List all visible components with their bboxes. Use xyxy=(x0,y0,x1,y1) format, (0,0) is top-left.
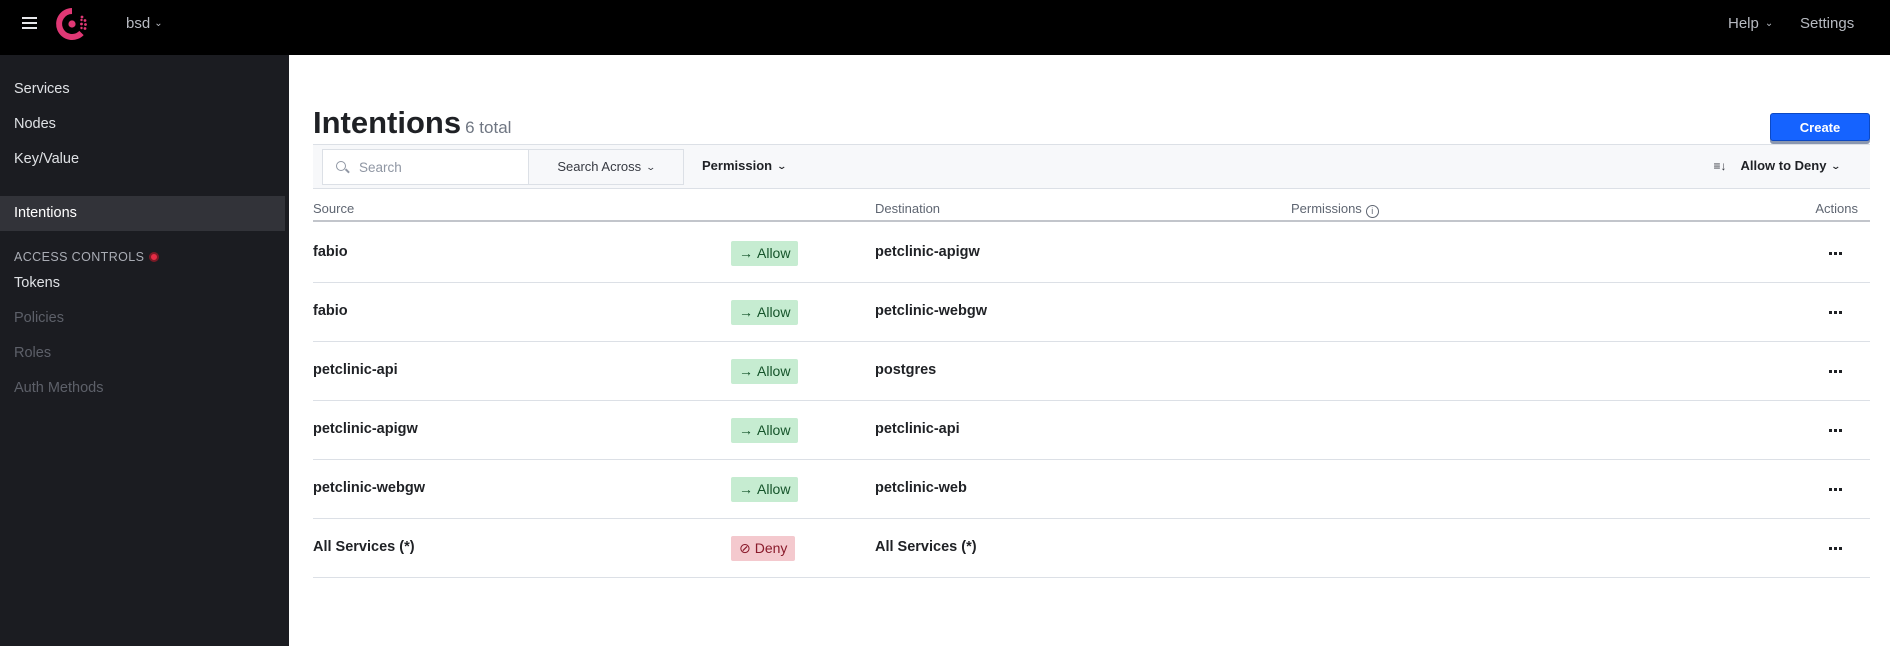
source-cell[interactable]: All Services (*) xyxy=(313,539,415,555)
create-button[interactable]: Create xyxy=(1770,113,1870,141)
search-across-label: Search Across xyxy=(557,159,642,174)
more-actions-icon[interactable] xyxy=(1824,479,1846,499)
table-row[interactable]: fabio → Allow petclinic-apigw xyxy=(313,224,1870,283)
badge-label: Allow xyxy=(757,422,791,438)
settings-link[interactable]: Settings xyxy=(1800,15,1854,32)
chevron-down-icon: ⌄ xyxy=(645,162,657,172)
more-actions-icon[interactable] xyxy=(1824,243,1846,263)
chevron-down-icon: ⌄ xyxy=(776,161,788,171)
table-row[interactable]: fabio → Allow petclinic-webgw xyxy=(313,283,1870,342)
page-title: Intentions 6 total xyxy=(313,105,511,141)
permissions-label: Permissions xyxy=(1291,201,1362,216)
chevron-down-icon: ⌄ xyxy=(1830,161,1842,171)
allow-badge: → Allow xyxy=(731,359,799,384)
info-icon[interactable]: i xyxy=(1365,205,1379,218)
deny-badge: ⊘ Deny xyxy=(731,536,796,561)
alert-dot-icon xyxy=(149,252,160,262)
access-controls-heading: ACCESS CONTROLS xyxy=(14,250,160,264)
datacenter-label: bsd xyxy=(126,15,151,32)
page-title-text: Intentions xyxy=(313,105,462,140)
sidebar-item-services[interactable]: Services xyxy=(0,72,285,107)
arrow-right-icon: → xyxy=(739,245,753,261)
sidebar-item-tokens[interactable]: Tokens xyxy=(0,266,285,301)
hamburger-icon[interactable] xyxy=(22,17,37,29)
table-row[interactable]: petclinic-api → Allow postgres xyxy=(313,342,1870,401)
chevron-down-icon: ⌄ xyxy=(1764,18,1774,29)
sidebar-item-key-value[interactable]: Key/Value xyxy=(0,142,285,177)
column-header-destination: Destination xyxy=(875,201,941,216)
sort-dropdown[interactable]: ≡↓ Allow to Deny ⌄ xyxy=(1713,149,1842,185)
search-box xyxy=(322,149,528,185)
access-controls-label: ACCESS CONTROLS xyxy=(14,250,145,264)
source-cell[interactable]: fabio xyxy=(313,244,348,260)
filter-toolbar: Search Across⌄ Permission⌄ ≡↓Allow to De… xyxy=(313,144,1870,189)
sidebar: Services Nodes Key/Value Intentions ACCE… xyxy=(0,55,289,646)
permission-filter-label: Permission xyxy=(702,158,773,173)
column-header-actions: Actions xyxy=(1815,201,1858,216)
destination-cell[interactable]: petclinic-webgw xyxy=(875,303,987,319)
search-icon xyxy=(336,161,346,171)
arrow-right-icon: → xyxy=(739,363,753,379)
column-header-permissions: Permissions i xyxy=(1291,201,1379,218)
destination-cell[interactable]: petclinic-api xyxy=(875,421,960,437)
more-actions-icon[interactable] xyxy=(1824,302,1846,322)
deny-icon: ⊘ xyxy=(739,540,751,556)
sort-label: Allow to Deny xyxy=(1740,158,1827,173)
permission-filter-dropdown[interactable]: Permission ⌄ xyxy=(702,149,788,185)
sort-icon: ≡↓ xyxy=(1713,159,1727,173)
source-cell[interactable]: petclinic-api xyxy=(313,362,398,378)
table-header: Source Destination Permissions i Actions xyxy=(313,189,1870,222)
help-label: Help xyxy=(1728,15,1759,32)
badge-label: Allow xyxy=(757,304,791,320)
search-across-dropdown[interactable]: Search Across ⌄ xyxy=(528,149,684,185)
consul-logo-icon[interactable] xyxy=(55,7,89,41)
badge-label: Allow xyxy=(757,481,791,497)
source-cell[interactable]: petclinic-apigw xyxy=(313,421,418,437)
total-count: 6 total xyxy=(465,118,512,137)
table-row[interactable]: All Services (*) ⊘ Deny All Services (*) xyxy=(313,519,1870,578)
main-content: Intentions6 total Create Search Across⌄ … xyxy=(289,55,1890,646)
sidebar-item-nodes[interactable]: Nodes xyxy=(0,107,285,142)
badge-label: Allow xyxy=(757,363,791,379)
allow-badge: → Allow xyxy=(731,418,799,443)
more-actions-icon[interactable] xyxy=(1824,420,1846,440)
table-row[interactable]: petclinic-webgw → Allow petclinic-web xyxy=(313,460,1870,519)
top-bar: bsd ⌄ Help ⌄ Settings xyxy=(0,0,1890,55)
arrow-right-icon: → xyxy=(739,422,753,438)
datacenter-dropdown[interactable]: bsd ⌄ xyxy=(126,15,163,32)
more-actions-icon[interactable] xyxy=(1824,538,1846,558)
help-menu[interactable]: Help ⌄ xyxy=(1728,15,1773,32)
sidebar-item-policies: Policies xyxy=(14,310,64,326)
badge-label: Deny xyxy=(754,540,788,556)
arrow-right-icon: → xyxy=(739,481,753,497)
column-header-source: Source xyxy=(313,201,355,216)
arrow-right-icon: → xyxy=(739,304,753,320)
sidebar-item-auth-methods: Auth Methods xyxy=(14,380,104,396)
table-row[interactable]: petclinic-apigw → Allow petclinic-api xyxy=(313,401,1870,460)
more-actions-icon[interactable] xyxy=(1824,361,1846,381)
allow-badge: → Allow xyxy=(731,477,799,502)
destination-cell[interactable]: All Services (*) xyxy=(875,539,977,555)
badge-label: Allow xyxy=(757,245,791,261)
source-cell[interactable]: fabio xyxy=(313,303,348,319)
allow-badge: → Allow xyxy=(731,300,799,325)
search-input[interactable] xyxy=(359,150,524,184)
destination-cell[interactable]: petclinic-apigw xyxy=(875,244,980,260)
chevron-down-icon: ⌄ xyxy=(154,18,163,29)
destination-cell[interactable]: petclinic-web xyxy=(875,480,967,496)
sidebar-item-intentions[interactable]: Intentions xyxy=(0,196,285,231)
destination-cell[interactable]: postgres xyxy=(875,362,936,378)
sidebar-item-roles: Roles xyxy=(14,345,52,361)
allow-badge: → Allow xyxy=(731,241,799,266)
source-cell[interactable]: petclinic-webgw xyxy=(313,480,425,496)
